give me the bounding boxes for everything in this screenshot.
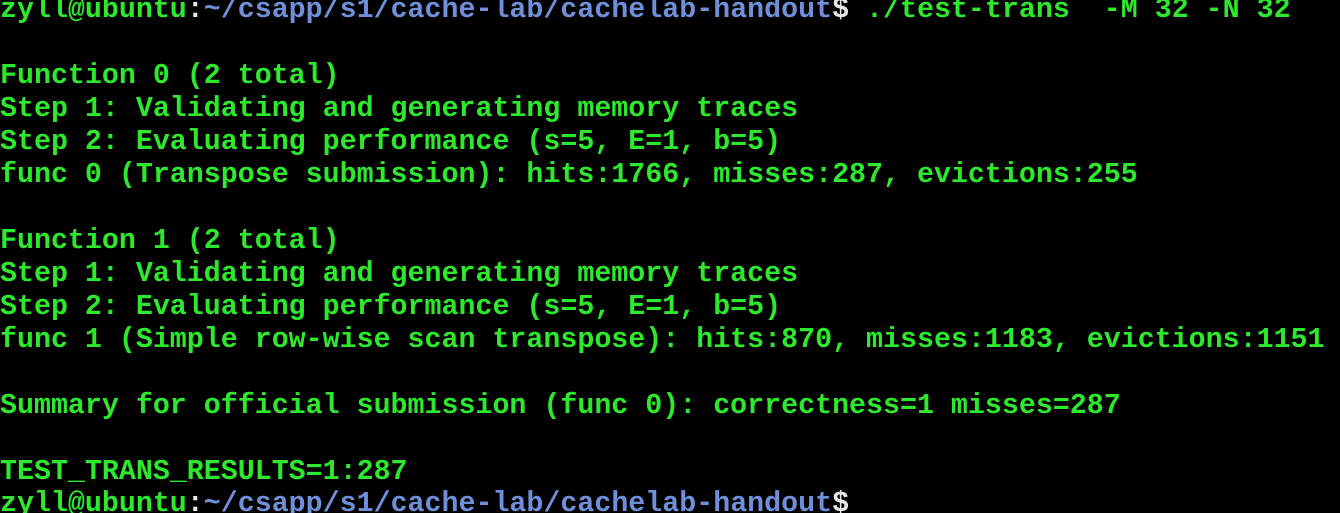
- function0-step1: Step 1: Validating and generating memory…: [0, 93, 799, 125]
- prompt-colon: :: [186, 488, 204, 513]
- prompt-path: ~/csapp/s1/cache-lab/cachelab-handout: [203, 488, 833, 513]
- prompt-dollar: $: [832, 0, 850, 26]
- prompt-line: zyll@ubuntu:~/csapp/s1/cache-lab/cachela…: [0, 0, 1291, 27]
- function1-step2: Step 2: Evaluating performance (s=5, E=1…: [0, 291, 782, 323]
- summary-line: Summary for official submission (func 0)…: [0, 390, 1121, 422]
- function1-step1: Step 1: Validating and generating memory…: [0, 258, 799, 290]
- prompt-user-host: zyll@ubuntu: [0, 488, 187, 513]
- function1-result: func 1 (Simple row-wise scan transpose):…: [0, 324, 1325, 356]
- function0-header: Function 0 (2 total): [0, 60, 340, 92]
- function0-result: func 0 (Transpose submission): hits:1766…: [0, 159, 1138, 191]
- prompt-user-host: zyll@ubuntu: [0, 0, 187, 26]
- function1-header: Function 1 (2 total): [0, 225, 340, 257]
- prompt-dollar: $: [832, 488, 850, 513]
- prompt-line-current[interactable]: zyll@ubuntu:~/csapp/s1/cache-lab/cachela…: [0, 488, 849, 513]
- terminal-window[interactable]: zyll@ubuntu:~/csapp/s1/cache-lab/cachela…: [0, 0, 1340, 513]
- prompt-colon: :: [186, 0, 204, 26]
- function0-step2: Step 2: Evaluating performance (s=5, E=1…: [0, 126, 782, 158]
- test-results-line: TEST_TRANS_RESULTS=1:287: [0, 456, 408, 488]
- prompt-path: ~/csapp/s1/cache-lab/cachelab-handout: [203, 0, 833, 26]
- command-text: ./test-trans -M 32 -N 32: [849, 0, 1291, 26]
